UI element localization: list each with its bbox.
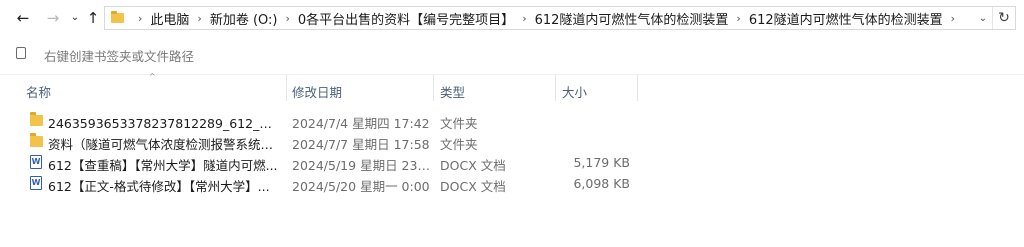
- file-row[interactable]: 资料（隧道可燃气体浓度检测报警系统设... 2024/7/7 星期日 17:58…: [0, 131, 1024, 152]
- recent-locations-button[interactable]: ⌄: [66, 8, 84, 28]
- sort-ascending-icon: ^: [149, 72, 156, 81]
- up-button[interactable]: ↑: [84, 8, 102, 28]
- refresh-icon[interactable]: ↻: [992, 7, 1015, 29]
- column-header-size[interactable]: 大小: [562, 82, 587, 101]
- arrow-up-icon: ↑: [86, 8, 100, 27]
- breadcrumb-item[interactable]: 此电脑: [150, 9, 189, 28]
- breadcrumb-item[interactable]: 612隧道内可燃性气体的检测装置: [535, 9, 729, 28]
- column-divider[interactable]: [433, 75, 434, 101]
- column-header-type[interactable]: 类型: [440, 82, 465, 101]
- folder-icon: [111, 11, 124, 23]
- docx-icon: [30, 155, 42, 169]
- file-date: 2024/5/19 星期日 23:...: [292, 158, 432, 173]
- address-history-dropdown-icon[interactable]: ⌄: [974, 13, 992, 24]
- file-type: 文件夹: [440, 137, 478, 152]
- column-divider[interactable]: [555, 75, 556, 101]
- file-date: 2024/7/7 星期日 17:58: [292, 137, 430, 152]
- breadcrumb-separator-icon[interactable]: ›: [197, 12, 201, 25]
- file-row[interactable]: 612【查重稿】【常州大学】隧道内可燃... 2024/5/19 星期日 23:…: [0, 152, 1024, 173]
- file-size: 5,179 KB: [573, 155, 630, 170]
- breadcrumb-separator-icon[interactable]: ›: [951, 12, 955, 25]
- column-divider[interactable]: [286, 75, 287, 101]
- file-size: 6,098 KB: [573, 176, 630, 191]
- column-header-row: ^ 名称 修改日期 类型 大小: [0, 72, 1024, 101]
- breadcrumb-item[interactable]: 0各平台出售的资料【编号完整项目】: [298, 9, 514, 28]
- breadcrumb-item[interactable]: 612隧道内可燃性气体的检测装置: [749, 9, 943, 28]
- column-header-name[interactable]: 名称: [26, 82, 51, 101]
- column-divider[interactable]: [637, 75, 638, 101]
- arrow-right-icon: →: [46, 8, 60, 27]
- file-date: 2024/7/4 星期四 17:42: [292, 116, 430, 131]
- breadcrumb-separator-icon[interactable]: ›: [522, 12, 526, 25]
- file-name[interactable]: 612【查重稿】【常州大学】隧道内可燃...: [48, 155, 278, 174]
- file-name[interactable]: 246359365337823781228​9_612_612【...: [48, 113, 278, 132]
- breadcrumb-item[interactable]: 新加卷 (O:): [210, 9, 278, 28]
- navigation-toolbar: ← → ⌄ ↑ › 此电脑 › 新加卷 (O:) › 0各平台出售的资料【编号完…: [0, 0, 1024, 38]
- breadcrumb-separator-icon[interactable]: ›: [286, 12, 290, 25]
- address-bar-actions: ⌄ ↻: [974, 7, 1015, 29]
- back-button[interactable]: ←: [14, 8, 32, 28]
- bookmark-icon: [16, 47, 26, 59]
- chevron-down-icon: ⌄: [70, 12, 80, 23]
- file-date: 2024/5/20 星期一 0:00: [292, 179, 430, 194]
- file-row[interactable]: 612【正文-格式待修改】【常州大学】... 2024/5/20 星期一 0:0…: [0, 173, 1024, 194]
- file-type: 文件夹: [440, 116, 478, 131]
- forward-button[interactable]: →: [44, 8, 62, 28]
- docx-icon: [30, 176, 42, 190]
- favorites-hint: 右键创建书签夹或文件路径: [44, 49, 195, 64]
- arrow-left-icon: ←: [16, 8, 30, 27]
- folder-icon: [30, 133, 43, 147]
- folder-icon: [30, 112, 43, 126]
- file-name[interactable]: 资料（隧道可燃气体浓度检测报警系统设...: [48, 134, 278, 153]
- file-type: DOCX 文档: [440, 179, 506, 194]
- breadcrumb-separator-icon[interactable]: ›: [138, 12, 142, 25]
- file-type: DOCX 文档: [440, 158, 506, 173]
- file-list: 246359365337823781228​9_612_612【... 2024…: [0, 110, 1024, 194]
- file-name[interactable]: 612【正文-格式待修改】【常州大学】...: [48, 176, 278, 195]
- address-bar[interactable]: › 此电脑 › 新加卷 (O:) › 0各平台出售的资料【编号完整项目】 › 6…: [104, 6, 1016, 30]
- column-header-date[interactable]: 修改日期: [292, 82, 342, 101]
- breadcrumb-separator-icon[interactable]: ›: [736, 12, 740, 25]
- file-row[interactable]: 246359365337823781228​9_612_612【... 2024…: [0, 110, 1024, 131]
